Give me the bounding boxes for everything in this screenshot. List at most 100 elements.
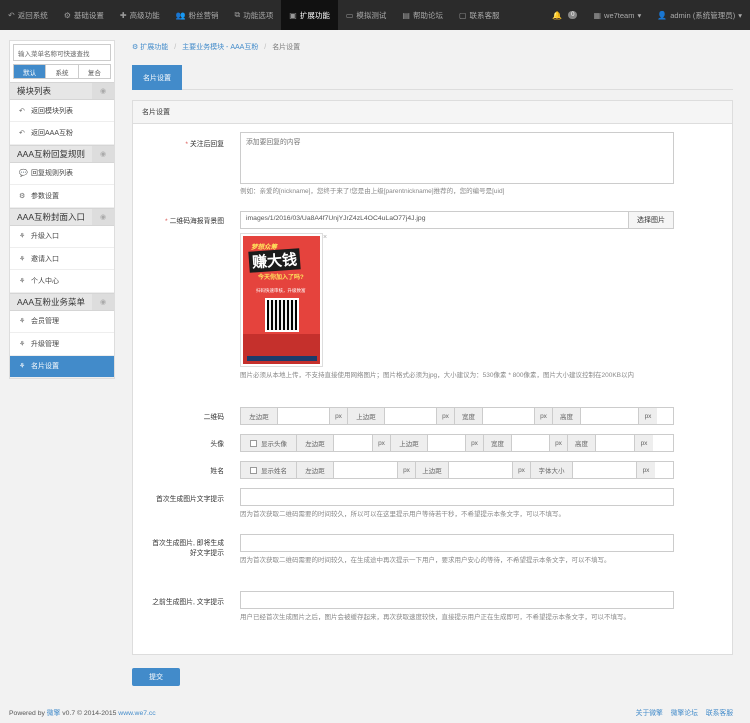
sidebar-item[interactable]: ↶ 返回模块列表 <box>10 100 114 123</box>
sidebar-section-title: AAA互粉业务菜单 <box>17 296 86 307</box>
remove-image-icon[interactable]: × <box>323 234 327 241</box>
sidebar-item-label: 返回AAA互粉 <box>31 130 74 138</box>
qr-bg-label: * 二维码海报背景图 <box>164 218 224 225</box>
sitemap-icon: ⚘ <box>19 278 26 286</box>
sidebar-item[interactable]: ⚘ 个人中心 <box>10 270 114 293</box>
before-tip-label: 之前生成图片, 文字提示 <box>152 599 224 606</box>
poster-headline: 赚大钱 <box>248 248 301 273</box>
top-nav-item[interactable]: ⚙ 基础设置 <box>56 0 112 30</box>
comments-icon: 💬 <box>19 170 28 178</box>
sidebar-item[interactable]: ⚘ 邀请入口 <box>10 248 114 271</box>
follow-reply-help: 例如：亲爱的[nickname]，您终于来了!您是由上级[parentnickn… <box>240 188 505 195</box>
footer-link-about[interactable]: 关于微擎 <box>636 710 663 717</box>
collapse-toggle-icon[interactable]: ◉ <box>92 208 114 225</box>
sidebar-tab-composite[interactable]: 复合 <box>79 65 110 78</box>
sidebar-section-title: 模块列表 <box>17 86 52 96</box>
qr-bg-path-input[interactable]: images/1/2016/03/Ua8A4f7UnjYJrZ4zL4OC4uL… <box>240 211 629 229</box>
sidebar-section-header[interactable]: AAA互粉业务菜单 ◉ <box>10 292 114 311</box>
sidebar-item[interactable]: ↶ 返回AAA互粉 <box>10 122 114 145</box>
top-nav-item[interactable]: ✚ 高级功能 <box>112 0 168 30</box>
qrcode-left-input[interactable] <box>278 408 330 424</box>
follow-reply-textarea[interactable]: 添加要回复的内容 <box>240 132 674 184</box>
qrcode-width-input[interactable] <box>483 408 535 424</box>
gear-icon: ⚙ <box>63 10 71 20</box>
top-nav-label: 扩展功能 <box>299 10 330 20</box>
top-nav-item[interactable]: 👥 粉丝营销 <box>168 0 227 30</box>
first-instant-tip-input[interactable] <box>240 534 674 552</box>
sidebar-tabs: 默认 系统 复合 <box>13 64 111 79</box>
name-left-input[interactable] <box>334 462 398 478</box>
top-nav-item[interactable]: ⧉ 功能选项 <box>227 0 282 30</box>
sitemap-icon: ⚘ <box>19 363 26 371</box>
chevron-down-icon: ▾ <box>637 10 642 20</box>
footer-link-forum[interactable]: 微擎论坛 <box>671 710 698 717</box>
qrcode-top-input[interactable] <box>385 408 437 424</box>
input-addon: px <box>639 408 657 424</box>
top-nav-right: 🔔 0 ▦ we7team ▾ 👤 admin (系统管理员) ▾ <box>544 0 750 30</box>
name-fontsize-input[interactable] <box>573 462 637 478</box>
name-top-input[interactable] <box>449 462 513 478</box>
footer-site-link[interactable]: www.we7.cc <box>118 710 155 717</box>
top-nav-item[interactable]: ▢ 联系客服 <box>451 0 508 30</box>
footer-copyright: Powered by 微擎 v0.7 © 2014-2015 www.we7.c… <box>9 710 156 717</box>
breadcrumb-item[interactable]: 主要业务模块 - AAA互粉 <box>182 44 258 51</box>
user-menu[interactable]: 👤 admin (系统管理员) ▾ <box>649 0 750 30</box>
show-name-checkbox[interactable]: 显示姓名 <box>241 462 297 478</box>
top-nav-label: 模拟测试 <box>356 10 387 20</box>
top-nav-item[interactable]: ▤ 帮助论坛 <box>394 0 451 30</box>
show-avatar-checkbox[interactable]: 显示头像 <box>241 435 297 451</box>
top-nav-item[interactable]: ▭ 模拟测试 <box>338 0 395 30</box>
sidebar-tab-default[interactable]: 默认 <box>14 65 47 78</box>
sidebar-tab-system[interactable]: 系统 <box>46 65 79 78</box>
tab-card-settings[interactable]: 名片设置 <box>132 65 182 90</box>
avatar-label: 头像 <box>210 441 224 448</box>
breadcrumb-item[interactable]: 扩展功能 <box>140 44 168 51</box>
top-nav-item[interactable]: ▣ 扩展功能 <box>281 0 338 30</box>
sidebar-item-label: 返回模块列表 <box>31 107 73 115</box>
sidebar-item[interactable]: ⚘ 升级管理 <box>10 333 114 356</box>
submit-button[interactable]: 提交 <box>132 668 180 686</box>
poster-text: 扫码快速审核，升级致富 <box>256 288 306 293</box>
first-tip-input[interactable] <box>240 488 674 506</box>
account-menu[interactable]: ▦ we7team ▾ <box>585 0 649 30</box>
footer-brand-link[interactable]: 微擎 <box>47 710 61 717</box>
input-addon: px <box>437 408 455 424</box>
top-nav-item[interactable]: ↶ 返回系统 <box>0 0 56 30</box>
collapse-toggle-icon[interactable]: ◉ <box>92 293 114 310</box>
before-tip-input[interactable] <box>240 591 674 609</box>
input-addon: 宽度 <box>455 408 483 424</box>
user-name: admin (系统管理员) <box>670 10 736 20</box>
avatar-left-input[interactable] <box>334 435 373 451</box>
collapse-toggle-icon[interactable]: ◉ <box>92 145 114 162</box>
top-nav-items: ↶ 返回系统 ⚙ 基础设置 ✚ 高级功能 👥 粉丝营销 ⧉ 功能选项 ▣ 扩展功能 ▭ 模拟测试 ▤ 帮助论坛… <box>0 0 508 30</box>
menu-search-input[interactable]: 输入菜单名称可快速查找 <box>13 44 111 61</box>
sidebar-item[interactable]: ⚙ 参数设置 <box>10 185 114 208</box>
sitemap-icon: ⚘ <box>19 340 26 348</box>
chevron-down-icon: ▾ <box>738 10 742 20</box>
avatar-height-input[interactable] <box>596 435 635 451</box>
sidebar-item[interactable]: ⚘ 名片设置 <box>10 355 114 378</box>
sidebar-item[interactable]: ⚘ 升级入口 <box>10 226 114 248</box>
select-image-button[interactable]: 选择图片 <box>628 211 674 229</box>
input-addon: 高度 <box>553 408 581 424</box>
sidebar-item[interactable]: ⚘ 会员管理 <box>10 311 114 334</box>
panel-title: 名片设置 <box>133 101 732 124</box>
avatar-top-input[interactable] <box>428 435 466 451</box>
avatar-width-input[interactable] <box>512 435 550 451</box>
name-position-group: 显示姓名 左边距 px 上边距 px 字体大小 px <box>240 461 674 479</box>
account-name: we7team <box>604 10 635 20</box>
footer-link-support[interactable]: 联系客服 <box>706 710 733 717</box>
bell-icon: 🔔 <box>552 10 563 20</box>
input-addon: px <box>398 462 416 478</box>
notification-button[interactable]: 🔔 0 <box>544 0 585 30</box>
qrcode-height-input[interactable] <box>581 408 639 424</box>
sidebar-section-header[interactable]: 模块列表 ◉ <box>10 82 114 100</box>
poster-preview-image: 梦想众筹 赚大钱 今天你加入了吗? 扫码快速审核，升级致富 <box>240 233 323 367</box>
sidebar-item[interactable]: 💬 回复规则列表 <box>10 163 114 186</box>
sidebar-section-header[interactable]: AAA互粉封面入口 ◉ <box>10 207 114 226</box>
input-addon: px <box>513 462 531 478</box>
collapse-toggle-icon[interactable]: ◉ <box>92 83 114 99</box>
sidebar-section-header[interactable]: AAA互粉回复规则 ◉ <box>10 144 114 163</box>
footer-links: 关于微擎 微擎论坛 联系客服 <box>630 707 733 717</box>
input-addon: px <box>373 435 391 451</box>
